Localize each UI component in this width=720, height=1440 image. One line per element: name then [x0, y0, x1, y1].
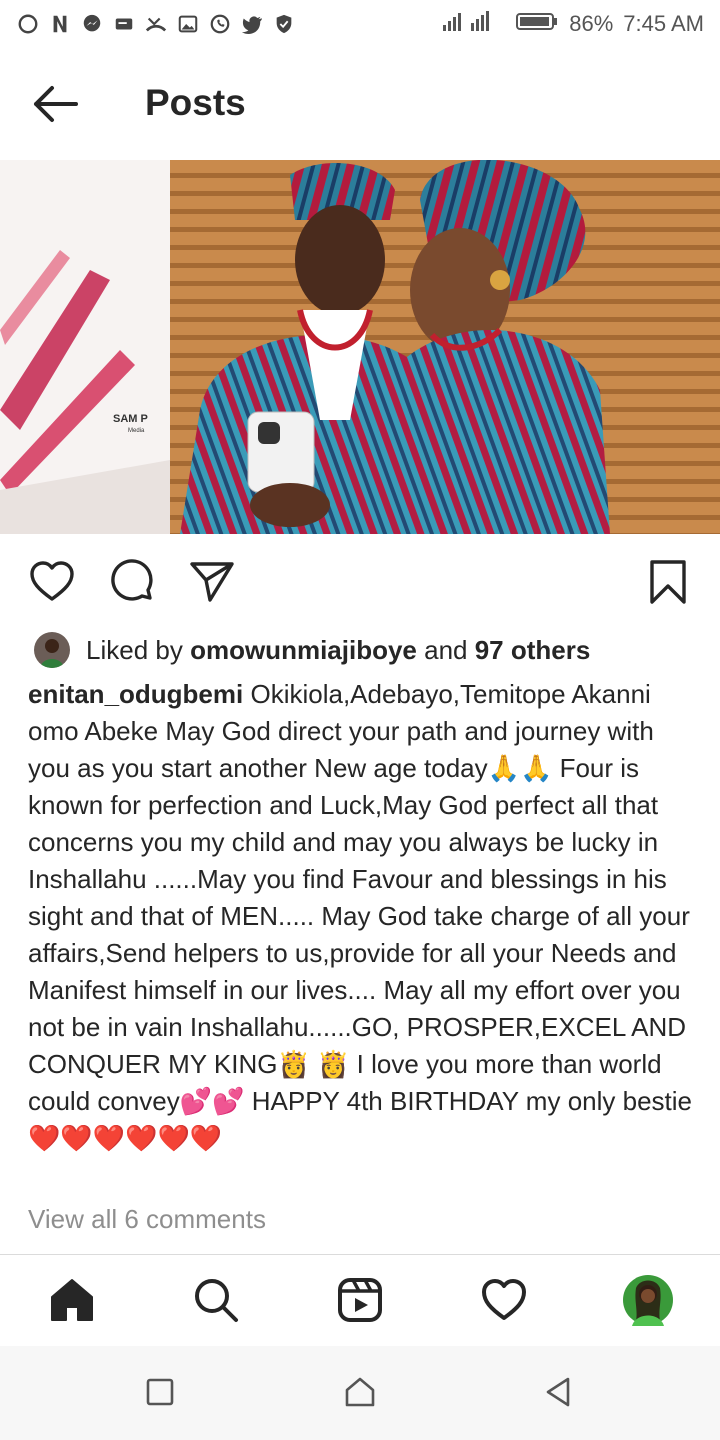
comment-button[interactable] [108, 558, 156, 606]
triangle-back-icon [546, 1377, 570, 1407]
bookmark-icon [650, 560, 686, 604]
search-icon [195, 1279, 238, 1322]
caption-username[interactable]: enitan_odugbemi [28, 679, 243, 709]
recents-button[interactable] [142, 1374, 178, 1410]
home-nav-button[interactable] [342, 1374, 378, 1410]
photo-illustration: SAM P Media [0, 160, 720, 534]
home-outline-icon [345, 1377, 375, 1407]
whatsapp-icon [208, 12, 232, 36]
svg-text:Media: Media [128, 428, 145, 434]
battery-percent: 86% [569, 11, 614, 36]
home-icon [51, 1279, 93, 1321]
system-nav-bar [0, 1346, 720, 1440]
tab-activity[interactable] [478, 1274, 530, 1326]
back-button[interactable] [30, 82, 82, 126]
likes-others[interactable]: 97 others [475, 635, 591, 666]
system-status: 86% 7:45 AM [441, 9, 704, 39]
heart-icon [30, 561, 74, 601]
app-header: Posts [0, 58, 720, 150]
post-actions [0, 548, 720, 612]
likes-middle: and [416, 634, 475, 665]
twitter-icon [240, 12, 264, 36]
like-button[interactable] [28, 558, 76, 606]
shield-icon [272, 12, 296, 36]
signal-icon [441, 9, 505, 39]
message-icon [112, 12, 136, 36]
back-arrow-icon [34, 86, 78, 122]
share-button[interactable] [188, 558, 236, 606]
status-bar: 86% 7:45 AM [0, 0, 720, 48]
tabbar-divider [0, 1254, 720, 1255]
gallery-icon [176, 12, 200, 36]
post-caption: enitan_odugbemi Okikiola,Adebayo,Temitop… [28, 676, 698, 1157]
reels-icon [338, 1278, 382, 1322]
save-button[interactable] [644, 558, 692, 606]
notification-icons [16, 12, 296, 36]
liker-avatar [34, 632, 70, 668]
bottom-tab-bar [0, 1256, 720, 1346]
clock: 7:45 AM [623, 11, 704, 36]
page-title: Posts [145, 82, 246, 123]
caption-text: Okikiola,Adebayo,Temitope Akanni omo Abe… [28, 679, 692, 1153]
tab-reels[interactable] [334, 1274, 386, 1326]
whatsapp-outline-icon [16, 12, 40, 36]
square-icon [146, 1378, 174, 1406]
messenger-icon [80, 12, 104, 36]
paper-plane-icon [190, 562, 234, 602]
missed-call-icon [144, 12, 168, 36]
likes-prefix: Liked by [86, 634, 191, 665]
heart-outline-icon [482, 1279, 526, 1320]
view-comments-link[interactable]: View all 6 comments [28, 1204, 266, 1235]
battery-icon [515, 9, 559, 39]
back-nav-button[interactable] [540, 1374, 576, 1410]
post-image[interactable]: SAM P Media [0, 160, 720, 534]
netflix-icon [48, 12, 72, 36]
tab-search[interactable] [190, 1274, 242, 1326]
liker-username[interactable]: omowunmiajiboye [190, 635, 417, 666]
comment-icon [111, 559, 153, 601]
svg-text:SAM P: SAM P [113, 413, 148, 425]
profile-avatar [623, 1275, 673, 1326]
tab-profile[interactable] [622, 1274, 674, 1326]
likes-summary[interactable]: Liked by omowunmiajiboye and 97 others [34, 628, 590, 672]
tab-home[interactable] [46, 1274, 98, 1326]
